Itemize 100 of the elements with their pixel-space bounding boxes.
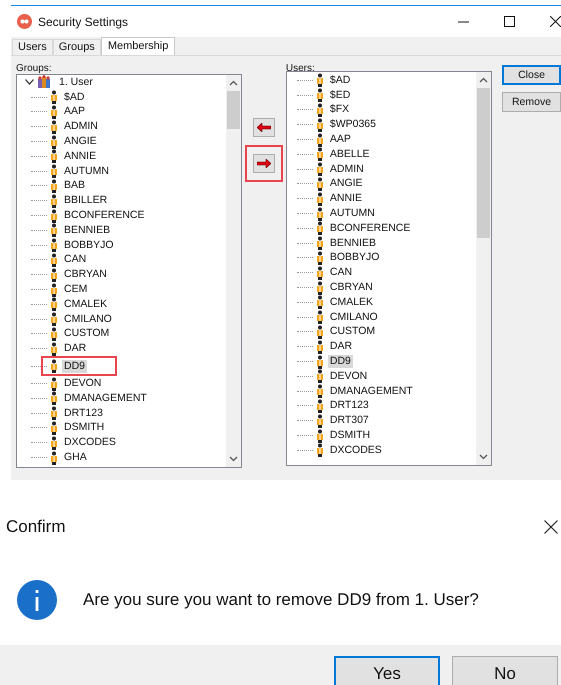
user-icon (49, 120, 59, 134)
user-icon (314, 354, 325, 369)
tree-item[interactable]: CMALEK (62, 298, 110, 311)
scrollbar[interactable] (226, 75, 241, 467)
tree-item[interactable]: BCONFERENCE (62, 209, 147, 222)
tree-item[interactable]: CMILANO (62, 312, 114, 326)
dialog-button[interactable]: No (452, 656, 558, 685)
tree-item[interactable]: ANGIE (62, 135, 99, 148)
info-icon (17, 580, 57, 620)
tree-item[interactable]: CEM (62, 283, 90, 296)
user-icon (314, 236, 325, 250)
list-item[interactable]: ANGIE (328, 177, 365, 190)
user-icon (49, 391, 59, 406)
user-icon (314, 88, 325, 102)
tree-item[interactable]: DRT123 (62, 406, 105, 420)
list-item[interactable]: DSMITH (328, 429, 372, 442)
tree-item[interactable]: BBILLER (62, 194, 110, 208)
close-icon[interactable] (550, 16, 561, 27)
user-icon (314, 443, 325, 458)
tree-item[interactable]: DD9 (62, 360, 88, 373)
tree-item[interactable]: 1. User (57, 76, 95, 89)
user-icon (314, 176, 325, 191)
dialog-button[interactable]: Yes (334, 656, 440, 685)
scroll-down-icon[interactable] (228, 456, 238, 462)
tab[interactable]: Users (12, 39, 53, 55)
user-icon (49, 420, 59, 435)
list-item[interactable]: DEVON (328, 370, 370, 383)
user-icon (314, 340, 325, 354)
scrollbar-thumb[interactable] (477, 88, 490, 238)
list-item[interactable]: DMANAGEMENT (328, 384, 415, 398)
tree-item[interactable]: CBRYAN (62, 268, 109, 282)
list-item[interactable]: $ED (328, 88, 352, 102)
list-item[interactable]: BOBBYJO (328, 251, 382, 264)
list-item[interactable]: CMALEK (328, 296, 376, 309)
user-icon (314, 162, 325, 176)
scroll-down-icon[interactable] (479, 454, 488, 460)
list-item[interactable]: DXCODES (328, 444, 384, 457)
user-icon (314, 369, 325, 384)
left-arrow-icon (257, 123, 272, 132)
user-icon (49, 312, 59, 326)
tree-item[interactable]: BENNIEB (62, 224, 112, 237)
tree-item[interactable]: CUSTOM (62, 327, 112, 340)
tab[interactable]: Membership (100, 37, 176, 55)
list-item[interactable]: DD9 (328, 355, 353, 368)
scroll-up-icon[interactable] (228, 80, 238, 86)
list-item[interactable]: DRT307 (328, 414, 371, 428)
tree-item[interactable]: AAP (62, 105, 88, 118)
tree-item[interactable]: AUTUMN (62, 164, 111, 178)
tree-item[interactable]: DAR (62, 342, 88, 356)
tree-item[interactable]: ADMIN (62, 120, 100, 134)
list-item[interactable]: DRT123 (328, 399, 371, 412)
list-item[interactable]: BCONFERENCE (328, 222, 412, 235)
user-icon (49, 238, 59, 252)
scroll-up-icon[interactable] (479, 77, 488, 83)
tree-item[interactable]: CAN (62, 253, 88, 266)
user-icon (49, 342, 59, 356)
tree-item[interactable]: $AD (62, 90, 86, 104)
dialog-button[interactable]: Remove (502, 92, 561, 112)
user-icon (49, 297, 59, 312)
list-item[interactable]: BENNIEB (328, 236, 378, 250)
scrollbar[interactable] (476, 72, 491, 465)
scrollbar-thumb[interactable] (226, 91, 240, 129)
tree-item[interactable]: DEVON (62, 377, 104, 390)
dialog-button[interactable]: Close (502, 65, 561, 85)
minimize-icon[interactable] (458, 20, 469, 22)
user-icon (314, 118, 325, 132)
list-item[interactable]: ABELLE (328, 148, 372, 161)
tab[interactable]: Groups (52, 39, 101, 55)
list-item[interactable]: ANNIE (328, 192, 364, 206)
user-icon (49, 208, 59, 223)
list-item[interactable]: CAN (328, 266, 354, 280)
remove-member-button[interactable] (253, 154, 276, 173)
add-member-button[interactable] (253, 118, 276, 137)
tree-item[interactable]: DSMITH (62, 421, 106, 434)
dialog-title: Confirm (6, 517, 66, 537)
tree-item[interactable]: DXCODES (62, 436, 118, 450)
list-item[interactable]: CMILANO (328, 310, 380, 324)
user-icon (314, 384, 325, 398)
tree-item[interactable]: BAB (62, 179, 88, 192)
list-item[interactable]: CBRYAN (328, 281, 375, 294)
list-item[interactable]: ADMIN (328, 162, 366, 176)
user-icon (314, 280, 325, 295)
tree-item[interactable]: GHA (62, 451, 89, 464)
chevron-icon[interactable] (25, 79, 34, 86)
list-item[interactable]: DAR (328, 340, 354, 354)
list-item[interactable]: $WP0365 (328, 118, 378, 132)
tree-item[interactable]: DMANAGEMENT (62, 392, 149, 405)
tree-item[interactable]: BOBBYJO (62, 238, 116, 252)
tree-item[interactable]: ANNIE (62, 150, 98, 163)
user-icon (49, 450, 59, 465)
close-icon[interactable] (544, 520, 558, 534)
list-item[interactable]: $AD (328, 74, 352, 87)
user-icon (49, 134, 59, 149)
list-item[interactable]: CUSTOM (328, 325, 378, 338)
user-icon (49, 268, 59, 282)
list-item[interactable]: $FX (328, 103, 352, 116)
list-item[interactable]: AAP (328, 133, 353, 146)
maximize-icon[interactable] (504, 16, 515, 27)
user-icon (314, 398, 325, 413)
list-item[interactable]: AUTUMN (328, 207, 377, 220)
